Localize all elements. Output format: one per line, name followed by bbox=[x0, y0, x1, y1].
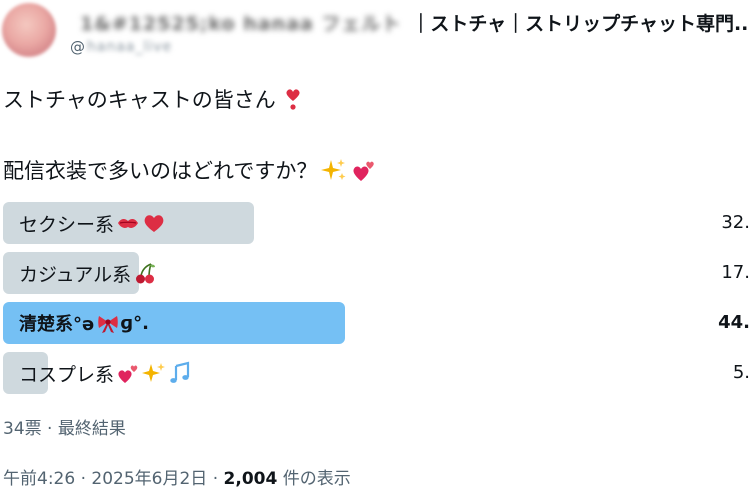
poll-option-3-winner[interactable]: 清楚系°ə ɡ°. 44. bbox=[3, 302, 750, 344]
poll-option-2[interactable]: カジュアル系 17. bbox=[3, 252, 750, 294]
poll-option-percent: 44. bbox=[718, 312, 750, 333]
poll-option-label: カジュアル系 bbox=[19, 252, 157, 294]
tweet-date[interactable]: 2025年6月2日 bbox=[91, 469, 207, 489]
tweet-meta: 午前4:26 · 2025年6月2日 · 2,004 件の表示 bbox=[3, 464, 351, 489]
poll-option-text-tail: ɡ°. bbox=[120, 312, 149, 334]
poll-option-4[interactable]: コスプレ系 5. bbox=[3, 352, 750, 394]
poll-option-text: カジュアル系 bbox=[19, 263, 132, 286]
two-hearts-icon bbox=[353, 161, 375, 181]
poll-option-label: コスプレ系 bbox=[19, 352, 192, 394]
user-handle[interactable]: @ hanaa_live bbox=[70, 38, 172, 56]
handle-prefix: @ bbox=[70, 38, 85, 56]
heart-exclamation-icon bbox=[286, 89, 300, 110]
tweet-time[interactable]: 午前4:26 bbox=[3, 469, 75, 489]
meta-separator: · bbox=[75, 469, 92, 489]
two-hearts-icon bbox=[118, 365, 138, 383]
poll-option-text: 清楚系°ə bbox=[19, 314, 95, 335]
views-label: 件の表示 bbox=[277, 469, 351, 489]
kiss-mark-icon bbox=[118, 218, 139, 228]
handle-blurred: hanaa_live bbox=[87, 39, 173, 55]
sparkles-icon bbox=[142, 363, 166, 382]
avatar[interactable] bbox=[2, 3, 56, 57]
views-count: 2,004 bbox=[223, 469, 278, 489]
musical-notes-icon bbox=[170, 361, 190, 383]
tweet-text-line-1: ストチャのキャストの皆さん bbox=[3, 84, 306, 114]
display-name-tail: ｜ストチャ｜ストリップチャット専門... bbox=[411, 13, 750, 35]
poll-option-1[interactable]: セクシー系 32. bbox=[3, 202, 750, 244]
tweet-line-2-text: 配信衣装で多いのはどれですか？ bbox=[3, 159, 318, 183]
tweet-line-1-text: ストチャのキャストの皆さん bbox=[3, 88, 276, 112]
poll-option-percent: 17. bbox=[721, 262, 750, 283]
poll-option-percent: 32. bbox=[721, 212, 750, 233]
red-heart-icon bbox=[144, 215, 164, 232]
display-name[interactable]: 1&#12525;ko hanaa フェルト ｜ストチャ｜ストリップチャット専門… bbox=[80, 9, 750, 36]
tweet-text-line-2: 配信衣装で多いのはどれですか？ bbox=[3, 155, 377, 185]
display-name-blurred: 1&#12525;ko hanaa フェルト bbox=[80, 13, 402, 35]
poll-vote-summary: 34票 · 最終結果 bbox=[3, 419, 126, 439]
sparkles-icon bbox=[321, 159, 346, 180]
cherries-icon bbox=[136, 263, 156, 284]
poll-option-percent: 5. bbox=[732, 362, 750, 383]
poll-option-label: セクシー系 bbox=[19, 202, 166, 244]
poll-option-label: 清楚系°ə ɡ°. bbox=[19, 302, 149, 344]
poll-option-text: コスプレ系 bbox=[19, 363, 115, 386]
ribbon-icon bbox=[98, 316, 118, 333]
meta-separator: · bbox=[207, 469, 224, 489]
poll-option-text: セクシー系 bbox=[19, 213, 115, 236]
